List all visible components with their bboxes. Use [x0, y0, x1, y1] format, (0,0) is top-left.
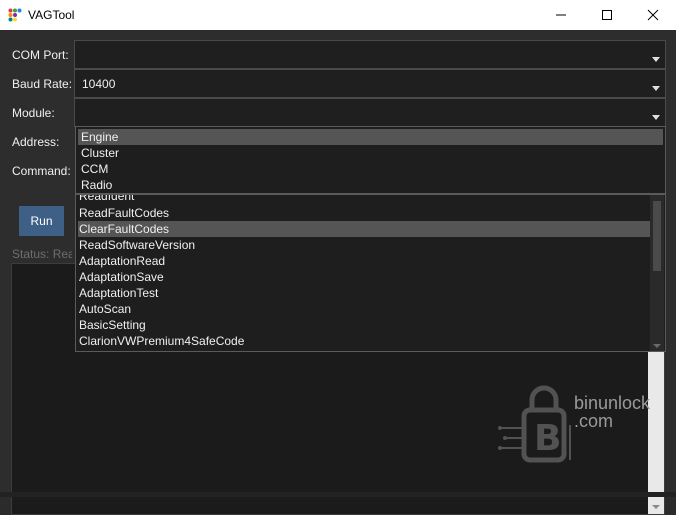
scroll-down-icon — [652, 505, 660, 509]
baud-rate-label: Baud Rate: — [12, 77, 73, 91]
chevron-down-icon — [652, 115, 660, 120]
scroll-down-icon — [653, 344, 661, 348]
maximize-icon — [602, 10, 612, 20]
minimize-button[interactable] — [538, 0, 584, 30]
status-text: Status: Ready — [12, 247, 72, 261]
watermark-text: .com — [574, 411, 614, 431]
command-option[interactable]: ReadSoftwareVersion — [78, 237, 650, 253]
maximize-button[interactable] — [584, 0, 630, 30]
close-icon — [647, 9, 659, 21]
run-button[interactable]: Run — [19, 206, 64, 236]
command-option[interactable]: AdaptationTest — [78, 285, 650, 301]
com-port-select[interactable] — [74, 40, 666, 69]
command-option[interactable]: ReadFaultCodes — [78, 205, 650, 221]
command-option[interactable]: AdaptationRead — [78, 253, 650, 269]
title-bar: VAGTool — [0, 0, 676, 30]
baud-rate-value: 10400 — [82, 77, 116, 91]
module-select[interactable] — [74, 98, 666, 127]
svg-text:B: B — [534, 418, 561, 459]
command-option[interactable]: ReadIdent — [78, 195, 650, 204]
com-port-label: COM Port: — [12, 48, 69, 62]
command-label: Command: — [12, 164, 71, 178]
minimize-icon — [556, 14, 566, 16]
window-title: VAGTool — [28, 8, 75, 22]
scroll-thumb[interactable] — [653, 201, 661, 271]
command-option[interactable]: ClarionVWPremium4SafeCode — [78, 333, 650, 349]
command-scrollbar[interactable] — [650, 195, 664, 351]
module-dropdown-list[interactable]: Engine Cluster CCM Radio — [75, 126, 666, 194]
command-option[interactable]: AutoScan — [78, 301, 650, 317]
close-button[interactable] — [630, 0, 676, 30]
window-bottom-border — [0, 492, 676, 497]
baud-rate-select[interactable]: 10400 — [74, 69, 666, 98]
module-option[interactable]: CCM — [78, 161, 663, 177]
command-option[interactable]: BasicSetting — [78, 317, 650, 333]
module-option[interactable]: Radio — [78, 177, 663, 193]
app-dots-icon — [8, 8, 22, 22]
command-option[interactable]: AdaptationSave — [78, 269, 650, 285]
chevron-down-icon — [652, 86, 660, 91]
command-dropdown-list[interactable]: ReadIdent ReadFaultCodes ClearFaultCodes… — [75, 194, 666, 352]
module-option[interactable]: Engine — [78, 129, 663, 145]
command-option[interactable]: ClearFaultCodes — [78, 221, 650, 237]
chevron-down-icon — [652, 57, 660, 62]
address-label: Address: — [12, 135, 60, 149]
module-label: Module: — [12, 106, 55, 120]
module-option[interactable]: Cluster — [78, 145, 663, 161]
